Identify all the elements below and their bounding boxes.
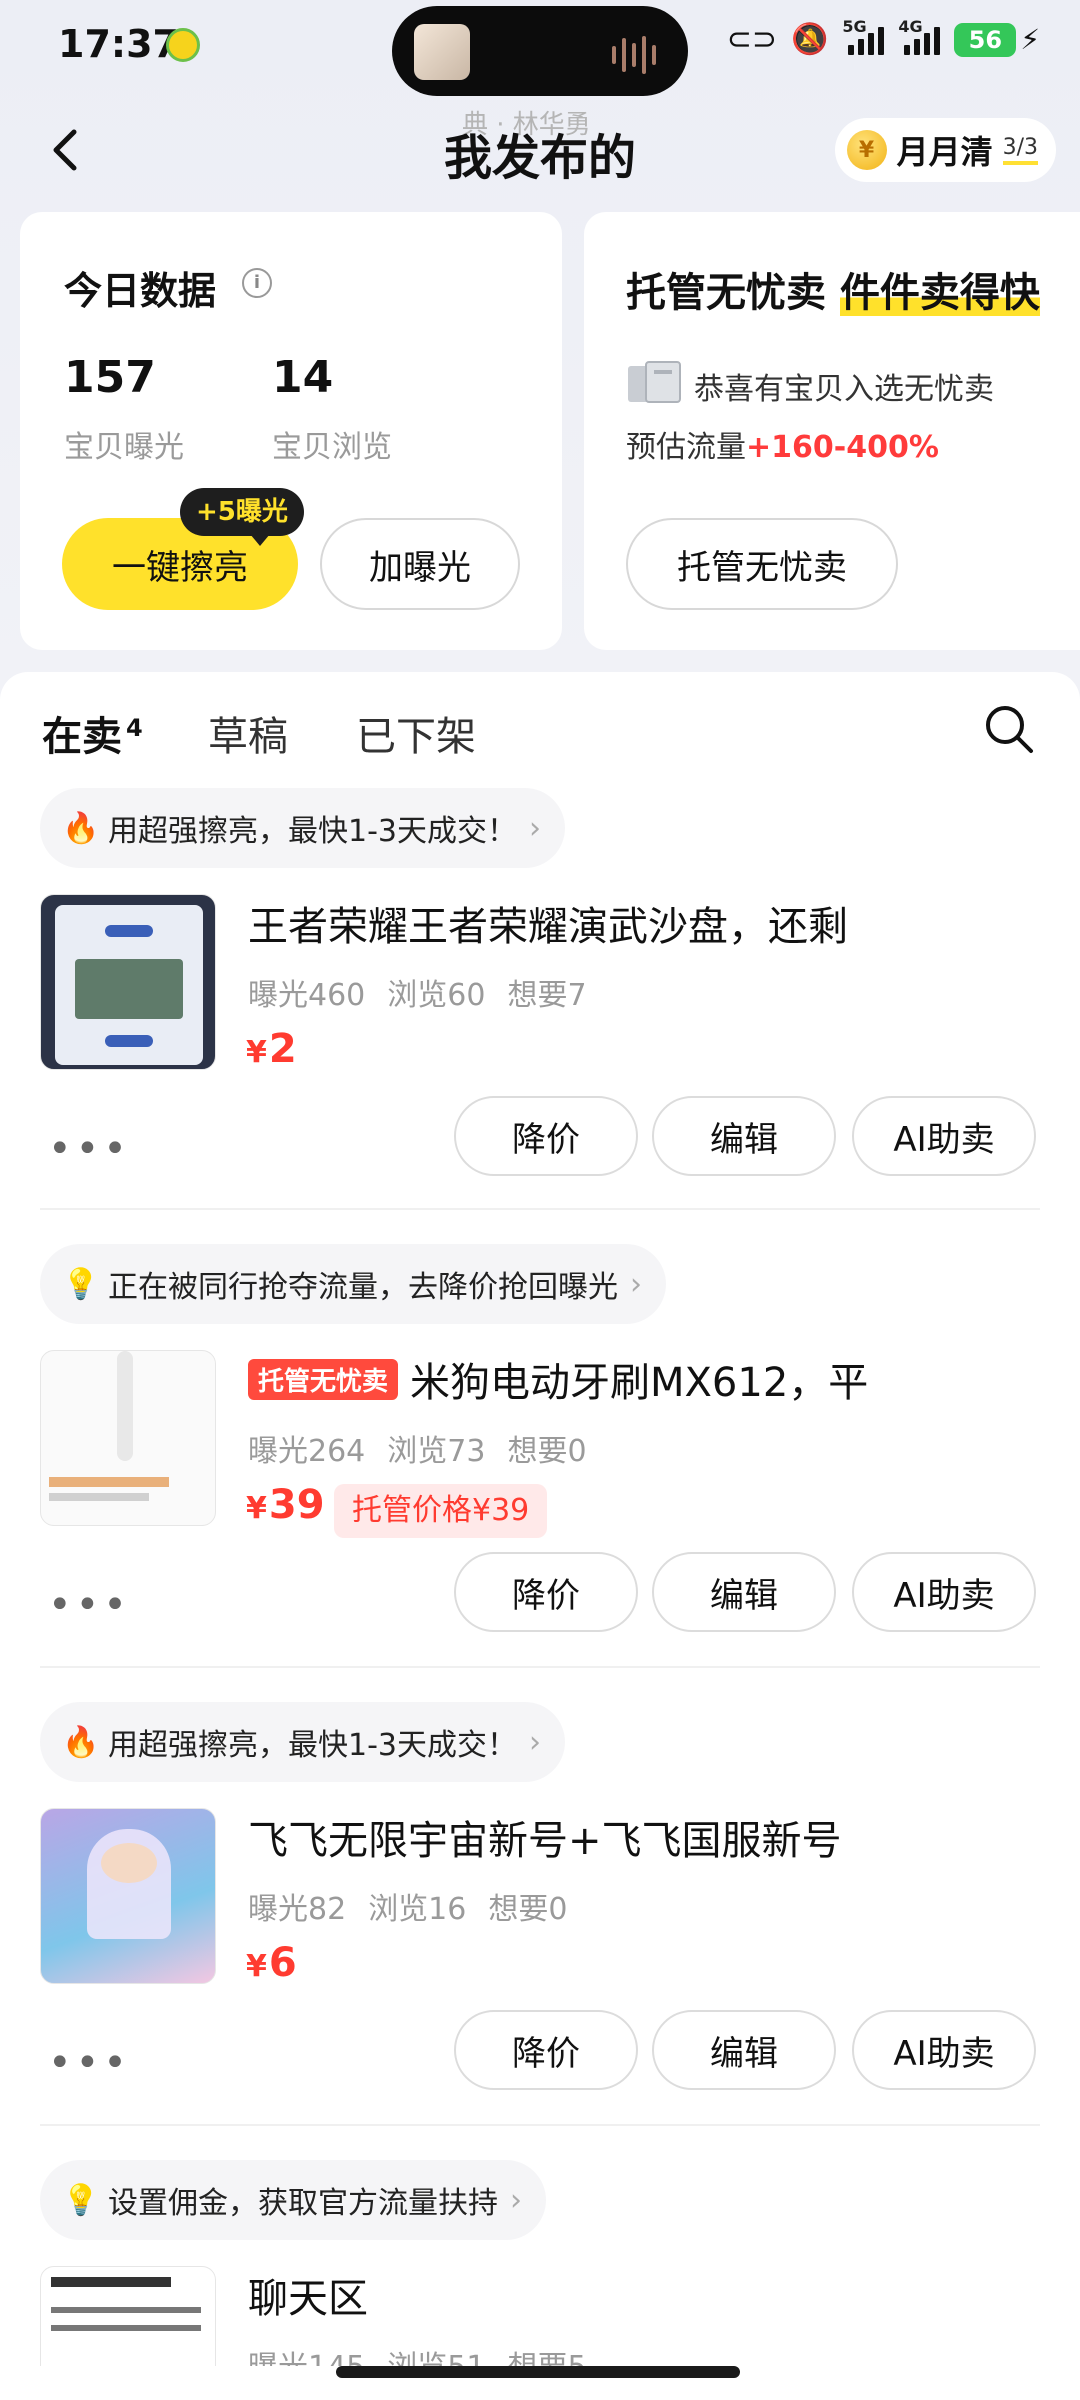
package-icon (628, 361, 681, 403)
search-icon[interactable] (982, 702, 1036, 756)
promo-line-2: 预估流量+160-400% (626, 430, 939, 465)
item-title: 王者荣耀王者荣耀演武沙盘，还剩 (248, 904, 848, 950)
mute-icon: 🔕 (790, 22, 829, 57)
hosted-price-badge: 托管价格¥39 (334, 1484, 548, 1538)
bulb-icon: 💡 (62, 1266, 100, 1302)
ai-assist-button[interactable]: AI助卖 (852, 1096, 1036, 1176)
item-stats: 曝光82 浏览16 想要0 (248, 1892, 568, 1927)
reduce-price-button[interactable]: 降价 (454, 1096, 638, 1176)
item-tip-pill[interactable]: 💡 正在被同行抢夺流量，去降价抢回曝光 › (40, 1244, 666, 1324)
exposure-count: 157 (64, 352, 156, 403)
tab-drafts[interactable]: 草稿 (208, 704, 288, 762)
divider (40, 1666, 1040, 1668)
tab-removed[interactable]: 已下架 (356, 704, 476, 762)
today-data-card: 今日数据 i 157 宝贝曝光 14 宝贝浏览 一键擦亮 +5曝光 加曝光 (20, 212, 562, 650)
boost-badge: +5曝光 (180, 488, 304, 546)
edit-button[interactable]: 编辑 (652, 1552, 836, 1632)
ai-assist-button[interactable]: AI助卖 (852, 2010, 1036, 2090)
header: 典 · 林华勇 我发布的 ¥ 月月清 3/3 (0, 96, 1080, 206)
more-icon[interactable]: ••• (48, 2040, 131, 2086)
item-title: 聊天区 (248, 2276, 368, 2322)
chevron-right-icon: › (510, 2182, 522, 2218)
divider (40, 2124, 1040, 2126)
exposure-label: 宝贝曝光 (64, 430, 184, 465)
hosted-sell-card[interactable]: 托管无忧卖 件件卖得快 恭喜有宝贝入选无忧卖 预估流量+160-400% 托管无… (584, 212, 1080, 650)
item-tip-pill[interactable]: 💡 设置佣金，获取官方流量扶持 › (40, 2160, 546, 2240)
flame-icon: 🔥 (62, 1724, 100, 1760)
item-price: ¥39 (246, 1482, 325, 1528)
battery-icon: 56 ⚡ (954, 22, 1040, 57)
item-title: 飞飞无限宇宙新号+飞飞国服新号 (248, 1818, 842, 1864)
item-stats: 曝光145浏览51想要5 (248, 2342, 609, 2366)
more-icon[interactable]: ••• (48, 1582, 131, 1628)
views-count: 14 (272, 352, 334, 403)
home-indicator[interactable] (336, 2366, 740, 2378)
status-bar: 17:37 ⊂⊃ 🔕 5G 4G 56 ⚡ (0, 0, 1080, 96)
charging-icon: ⚡ (1020, 23, 1040, 56)
on-sale-count: 4 (126, 713, 143, 742)
audio-wave-icon (612, 36, 656, 74)
ai-assist-button[interactable]: AI助卖 (852, 1552, 1036, 1632)
tab-bar: 在卖 4 草稿 已下架 (0, 672, 1080, 782)
flame-icon: 🔥 (62, 810, 100, 846)
page: 17:37 ⊂⊃ 🔕 5G 4G 56 ⚡ 典 · 林华勇 我发布的 ¥ 月月清… (0, 0, 1080, 2400)
item-tip-pill[interactable]: 🔥 用超强擦亮，最快1-3天成交！ › (40, 1702, 565, 1782)
promo-title: 托管无忧卖 件件卖得快 (626, 270, 1040, 316)
info-icon[interactable]: i (242, 268, 272, 298)
listing-panel: 在卖 4 草稿 已下架 🔥 用超强擦亮，最快1-3天成交！ › 王者荣耀王者荣耀演… (0, 672, 1080, 2400)
edit-button[interactable]: 编辑 (652, 2010, 836, 2090)
app-notification-icon (166, 28, 200, 62)
traffic-estimate: +160-400% (746, 430, 939, 465)
item-thumbnail (40, 1350, 216, 1526)
views-label: 宝贝浏览 (272, 430, 392, 465)
reduce-price-button[interactable]: 降价 (454, 1552, 638, 1632)
dynamic-island (392, 6, 688, 96)
battery-level: 56 (954, 22, 1017, 57)
status-time: 17:37 (58, 22, 179, 66)
signal-4g-icon: 4G (898, 17, 941, 55)
link-icon: ⊂⊃ (726, 22, 777, 57)
listing-item[interactable]: 聊天区 曝光145浏览51想要5 (0, 2266, 1080, 2366)
status-icons: ⊂⊃ 🔕 5G 4G 56 ⚡ (726, 17, 1040, 58)
reduce-price-button[interactable]: 降价 (454, 2010, 638, 2090)
chevron-right-icon: › (529, 810, 541, 846)
item-stats: 曝光264 浏览73 想要0 (248, 1434, 587, 1469)
more-icon[interactable]: ••• (48, 1126, 131, 1172)
hosted-sell-button[interactable]: 托管无忧卖 (626, 518, 898, 610)
tab-on-sale[interactable]: 在卖 4 (42, 704, 143, 762)
item-title: 托管无忧卖 米狗电动牙刷MX612，平 (248, 1350, 868, 1408)
monthly-clear-chip[interactable]: ¥ 月月清 3/3 (834, 118, 1056, 182)
signal-5g-icon: 5G (842, 17, 885, 55)
divider (40, 1208, 1040, 1210)
today-data-title: 今日数据 (64, 269, 217, 313)
add-exposure-button[interactable]: 加曝光 (320, 518, 520, 610)
chevron-right-icon: › (630, 1266, 642, 1302)
monthly-chip-count: 3/3 (1002, 135, 1038, 165)
hosted-tag: 托管无忧卖 (248, 1359, 399, 1400)
item-stats: 曝光460 浏览60 想要7 (248, 978, 587, 1013)
item-price: ¥2 (246, 1026, 297, 1072)
bulb-icon: 💡 (62, 2182, 100, 2218)
now-playing-avatar (414, 24, 470, 80)
money-bag-icon: ¥ (846, 130, 887, 170)
item-thumbnail (40, 2266, 216, 2366)
item-price: ¥6 (246, 1940, 297, 1986)
promo-line-1: 恭喜有宝贝入选无忧卖 (694, 372, 994, 407)
edit-button[interactable]: 编辑 (652, 1096, 836, 1176)
item-tip-pill[interactable]: 🔥 用超强擦亮，最快1-3天成交！ › (40, 788, 565, 868)
item-thumbnail (40, 894, 216, 1070)
monthly-chip-label: 月月清 (896, 133, 993, 171)
chevron-right-icon: › (529, 1724, 541, 1760)
item-thumbnail (40, 1808, 216, 1984)
